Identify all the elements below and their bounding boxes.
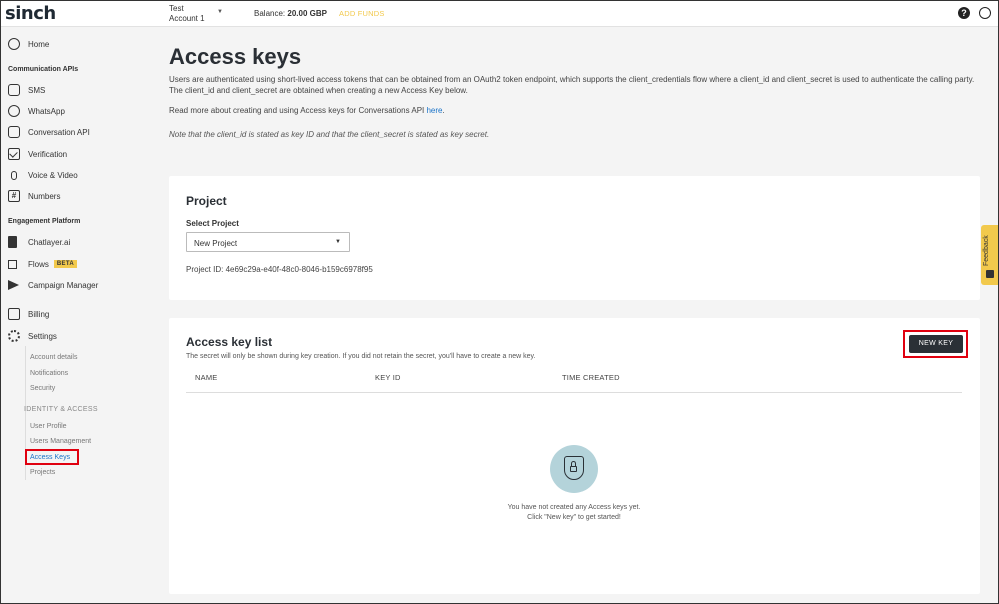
sidebar-item-label: Campaign Manager [28, 280, 99, 290]
sidebar-item-flows[interactable]: Flows BETA [8, 257, 77, 271]
project-card: Project Select Project New Project ▼ Pro… [169, 176, 980, 300]
sidebar-item-label: Chatlayer.ai [28, 237, 71, 247]
access-keys-highlight [25, 449, 79, 465]
empty-state-line2: Click "New key" to get started! [527, 514, 621, 521]
sidebar-item-label: Conversation API [28, 127, 90, 137]
sidebar-item-label: Flows [28, 259, 49, 269]
column-header-time-created[interactable]: TIME CREATED [562, 373, 620, 382]
sidebar-item-campaign-manager[interactable]: Campaign Manager [8, 278, 98, 292]
sidebar-item-chatlayer[interactable]: Chatlayer.ai [8, 235, 70, 249]
sidebar-item-whatsapp[interactable]: WhatsApp [8, 104, 65, 118]
beta-badge: BETA [53, 260, 77, 268]
access-key-list-description: The secret will only be shown during key… [186, 353, 536, 360]
sub-item-users-management[interactable]: Users Management [30, 438, 91, 445]
page-description: Users are authenticated using short-live… [169, 75, 975, 95]
identity-access-heading: IDENTITY & ACCESS [24, 406, 98, 413]
sidebar-item-label: WhatsApp [28, 106, 65, 116]
read-more-link[interactable]: here [426, 106, 442, 115]
sidebar-item-label: Voice & Video [28, 170, 78, 180]
page-title: Access keys [169, 44, 302, 69]
balance-label: Balance: [254, 9, 286, 18]
shield-lock-icon [564, 456, 584, 480]
empty-state-line1: You have not created any Access keys yet… [507, 504, 641, 511]
column-header-key-id[interactable]: KEY ID [375, 373, 401, 382]
lock-body [570, 466, 577, 472]
table-header-divider [186, 392, 962, 393]
microphone-icon [11, 170, 17, 180]
read-more-text: Read more about creating and using Acces… [169, 106, 445, 115]
section-communication-apis: Communication APIs [8, 66, 79, 73]
sidebar: Home Communication APIs SMS WhatsApp Con… [0, 28, 152, 604]
section-engagement-platform: Engagement Platform [8, 218, 81, 225]
account-selector[interactable]: Test Account 1 [169, 4, 205, 24]
whatsapp-icon [8, 105, 20, 117]
sidebar-item-settings[interactable]: Settings [8, 329, 57, 343]
flows-icon [8, 259, 17, 269]
sub-item-user-profile[interactable]: User Profile [30, 423, 67, 430]
new-key-button[interactable]: NEW KEY [909, 335, 963, 353]
billing-icon [8, 308, 20, 320]
sidebar-item-label: Settings [28, 331, 57, 341]
sidebar-item-billing[interactable]: Billing [8, 307, 49, 321]
sidebar-item-numbers[interactable]: # Numbers [8, 189, 60, 203]
sidebar-item-label: Billing [28, 309, 50, 319]
project-id: Project ID: 4e69c29a-e40f-48c0-8046-b159… [186, 265, 373, 274]
balance-value: 20.00 GBP [287, 9, 327, 18]
access-key-list-title: Access key list [186, 335, 273, 349]
feedback-tab[interactable]: Feedback [981, 225, 999, 285]
add-funds-link[interactable]: ADD FUNDS [339, 9, 385, 18]
empty-state-illustration [550, 445, 598, 493]
sidebar-item-label: Verification [28, 149, 68, 159]
project-card-title: Project [186, 194, 227, 208]
user-account-icon[interactable] [979, 7, 991, 19]
column-header-name[interactable]: NAME [195, 373, 217, 382]
project-select[interactable]: New Project ▼ [186, 232, 350, 252]
sidebar-item-voice-video[interactable]: Voice & Video [8, 168, 78, 182]
chatlayer-icon [8, 236, 17, 248]
sidebar-item-home[interactable]: Home [8, 37, 49, 51]
sidebar-item-conversation-api[interactable]: Conversation API [8, 125, 90, 139]
top-bar: sinch Test Account 1 ▼ Balance: 20.00 GB… [0, 0, 999, 27]
account-name-line1: Test [169, 4, 184, 13]
sidebar-item-sms[interactable]: SMS [8, 83, 45, 97]
read-more-prefix: Read more about creating and using Acces… [169, 106, 427, 115]
sms-icon [8, 84, 20, 96]
gear-icon [8, 330, 20, 342]
project-select-value: New Project [194, 239, 238, 248]
verification-check-icon [8, 148, 20, 160]
client-id-note: Note that the client_id is stated as key… [169, 130, 490, 139]
balance-display: Balance: 20.00 GBP [254, 9, 327, 18]
hash-icon: # [8, 190, 20, 202]
chevron-down-icon[interactable]: ▼ [217, 9, 223, 15]
select-project-label: Select Project [186, 219, 239, 228]
sidebar-item-verification[interactable]: Verification [8, 147, 67, 161]
sidebar-item-label: Numbers [28, 191, 61, 201]
chevron-down-icon: ▼ [335, 239, 341, 245]
sinch-logo[interactable]: sinch [5, 3, 56, 24]
send-icon [8, 280, 19, 290]
access-key-list-card: Access key list The secret will only be … [169, 318, 980, 594]
read-more-suffix: . [442, 106, 445, 115]
account-name-line2: Account 1 [169, 14, 205, 23]
empty-state-message: You have not created any Access keys yet… [450, 503, 698, 523]
sidebar-item-label: SMS [28, 85, 46, 95]
sidebar-item-label: Home [28, 39, 50, 49]
sub-item-security[interactable]: Security [30, 385, 55, 392]
help-icon[interactable]: ? [958, 7, 970, 19]
sub-item-account-details[interactable]: Account details [30, 354, 77, 361]
feedback-label: Feedback [983, 235, 990, 266]
sub-item-notifications[interactable]: Notifications [30, 370, 68, 377]
home-icon [8, 38, 20, 50]
conversation-icon [8, 126, 20, 138]
feedback-icon [986, 270, 994, 278]
sub-item-projects[interactable]: Projects [30, 469, 55, 476]
